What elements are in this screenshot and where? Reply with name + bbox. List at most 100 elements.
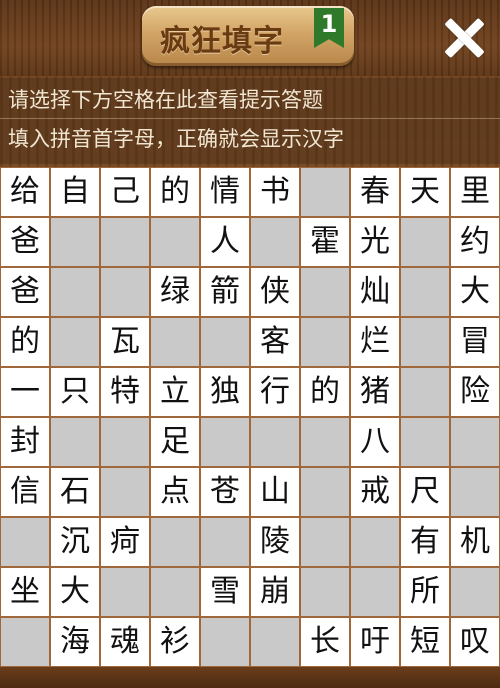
grid-cell-empty[interactable]: [200, 617, 250, 667]
grid-cell-filled[interactable]: 冒: [450, 317, 500, 367]
grid-cell-filled[interactable]: 爸: [0, 217, 50, 267]
grid-cell-filled[interactable]: 海: [50, 617, 100, 667]
grid-cell-empty[interactable]: [300, 417, 350, 467]
grid-cell-empty[interactable]: [100, 267, 150, 317]
grid-cell-empty[interactable]: [300, 567, 350, 617]
grid-cell-filled[interactable]: 所: [400, 567, 450, 617]
grid-cell-filled[interactable]: 客: [250, 317, 300, 367]
grid-cell-filled[interactable]: 春: [350, 167, 400, 217]
grid-cell-filled[interactable]: 尺: [400, 467, 450, 517]
grid-cell-empty[interactable]: [300, 317, 350, 367]
grid-cell-filled[interactable]: 特: [100, 367, 150, 417]
grid-cell-filled[interactable]: 自: [50, 167, 100, 217]
grid-cell-empty[interactable]: [250, 217, 300, 267]
grid-cell-empty[interactable]: [100, 467, 150, 517]
grid-cell-filled[interactable]: 书: [250, 167, 300, 217]
grid-cell-empty[interactable]: [300, 167, 350, 217]
grid-cell-filled[interactable]: 里: [450, 167, 500, 217]
grid-cell-filled[interactable]: 大: [450, 267, 500, 317]
grid-cell-filled[interactable]: 戒: [350, 467, 400, 517]
grid-cell-filled[interactable]: 的: [300, 367, 350, 417]
grid-cell-filled[interactable]: 崩: [250, 567, 300, 617]
grid-cell-empty[interactable]: [200, 517, 250, 567]
grid-cell-empty[interactable]: [400, 317, 450, 367]
grid-cell-filled[interactable]: 石: [50, 467, 100, 517]
grid-cell-filled[interactable]: 短: [400, 617, 450, 667]
grid-cell-empty[interactable]: [100, 567, 150, 617]
grid-cell-empty[interactable]: [300, 517, 350, 567]
grid-cell-filled[interactable]: 叹: [450, 617, 500, 667]
grid-cell-empty[interactable]: [150, 567, 200, 617]
grid-cell-filled[interactable]: 雪: [200, 567, 250, 617]
grid-cell-filled[interactable]: 疴: [100, 517, 150, 567]
grid-cell-filled[interactable]: 大: [50, 567, 100, 617]
grid-cell-empty[interactable]: [400, 417, 450, 467]
grid-cell-filled[interactable]: 约: [450, 217, 500, 267]
grid-cell-filled[interactable]: 给: [0, 167, 50, 217]
grid-cell-filled[interactable]: 侠: [250, 267, 300, 317]
grid-cell-filled[interactable]: 烂: [350, 317, 400, 367]
grid-cell-filled[interactable]: 己: [100, 167, 150, 217]
grid-cell-empty[interactable]: [400, 217, 450, 267]
grid-cell-filled[interactable]: 天: [400, 167, 450, 217]
grid-cell-empty[interactable]: [400, 267, 450, 317]
grid-cell-filled[interactable]: 有: [400, 517, 450, 567]
grid-cell-filled[interactable]: 人: [200, 217, 250, 267]
grid-cell-empty[interactable]: [50, 267, 100, 317]
grid-cell-filled[interactable]: 霍: [300, 217, 350, 267]
grid-cell-empty[interactable]: [350, 517, 400, 567]
grid-cell-filled[interactable]: 苍: [200, 467, 250, 517]
grid-cell-empty[interactable]: [100, 417, 150, 467]
grid-cell-filled[interactable]: 只: [50, 367, 100, 417]
grid-cell-filled[interactable]: 的: [150, 167, 200, 217]
grid-cell-filled[interactable]: 行: [250, 367, 300, 417]
grid-cell-empty[interactable]: [50, 317, 100, 367]
grid-cell-filled[interactable]: 机: [450, 517, 500, 567]
grid-cell-empty[interactable]: [200, 317, 250, 367]
grid-cell-empty[interactable]: [400, 367, 450, 417]
grid-cell-empty[interactable]: [200, 417, 250, 467]
grid-cell-filled[interactable]: 猪: [350, 367, 400, 417]
grid-cell-filled[interactable]: 衫: [150, 617, 200, 667]
grid-cell-filled[interactable]: 八: [350, 417, 400, 467]
grid-cell-filled[interactable]: 立: [150, 367, 200, 417]
grid-cell-filled[interactable]: 封: [0, 417, 50, 467]
grid-cell-filled[interactable]: 魂: [100, 617, 150, 667]
grid-cell-empty[interactable]: [150, 217, 200, 267]
grid-cell-empty[interactable]: [0, 617, 50, 667]
grid-cell-empty[interactable]: [450, 567, 500, 617]
grid-cell-empty[interactable]: [100, 217, 150, 267]
grid-cell-filled[interactable]: 情: [200, 167, 250, 217]
grid-cell-filled[interactable]: 坐: [0, 567, 50, 617]
grid-cell-filled[interactable]: 爸: [0, 267, 50, 317]
grid-cell-empty[interactable]: [450, 417, 500, 467]
grid-cell-filled[interactable]: 箭: [200, 267, 250, 317]
grid-cell-filled[interactable]: 灿: [350, 267, 400, 317]
grid-cell-filled[interactable]: 陵: [250, 517, 300, 567]
grid-cell-filled[interactable]: 一: [0, 367, 50, 417]
grid-cell-empty[interactable]: [350, 567, 400, 617]
grid-cell-empty[interactable]: [50, 417, 100, 467]
grid-cell-empty[interactable]: [150, 317, 200, 367]
grid-cell-empty[interactable]: [450, 467, 500, 517]
grid-cell-filled[interactable]: 山: [250, 467, 300, 517]
grid-cell-empty[interactable]: [300, 267, 350, 317]
grid-cell-filled[interactable]: 瓦: [100, 317, 150, 367]
grid-cell-filled[interactable]: 的: [0, 317, 50, 367]
grid-cell-filled[interactable]: 点: [150, 467, 200, 517]
grid-cell-filled[interactable]: 沉: [50, 517, 100, 567]
grid-cell-empty[interactable]: [0, 517, 50, 567]
grid-cell-filled[interactable]: 长: [300, 617, 350, 667]
grid-cell-filled[interactable]: 信: [0, 467, 50, 517]
close-button[interactable]: [440, 14, 488, 62]
grid-cell-empty[interactable]: [150, 517, 200, 567]
grid-cell-filled[interactable]: 险: [450, 367, 500, 417]
grid-cell-empty[interactable]: [50, 217, 100, 267]
grid-cell-filled[interactable]: 光: [350, 217, 400, 267]
grid-cell-empty[interactable]: [300, 467, 350, 517]
grid-cell-filled[interactable]: 独: [200, 367, 250, 417]
grid-cell-empty[interactable]: [250, 417, 300, 467]
grid-cell-filled[interactable]: 足: [150, 417, 200, 467]
grid-cell-empty[interactable]: [250, 617, 300, 667]
grid-cell-filled[interactable]: 吁: [350, 617, 400, 667]
